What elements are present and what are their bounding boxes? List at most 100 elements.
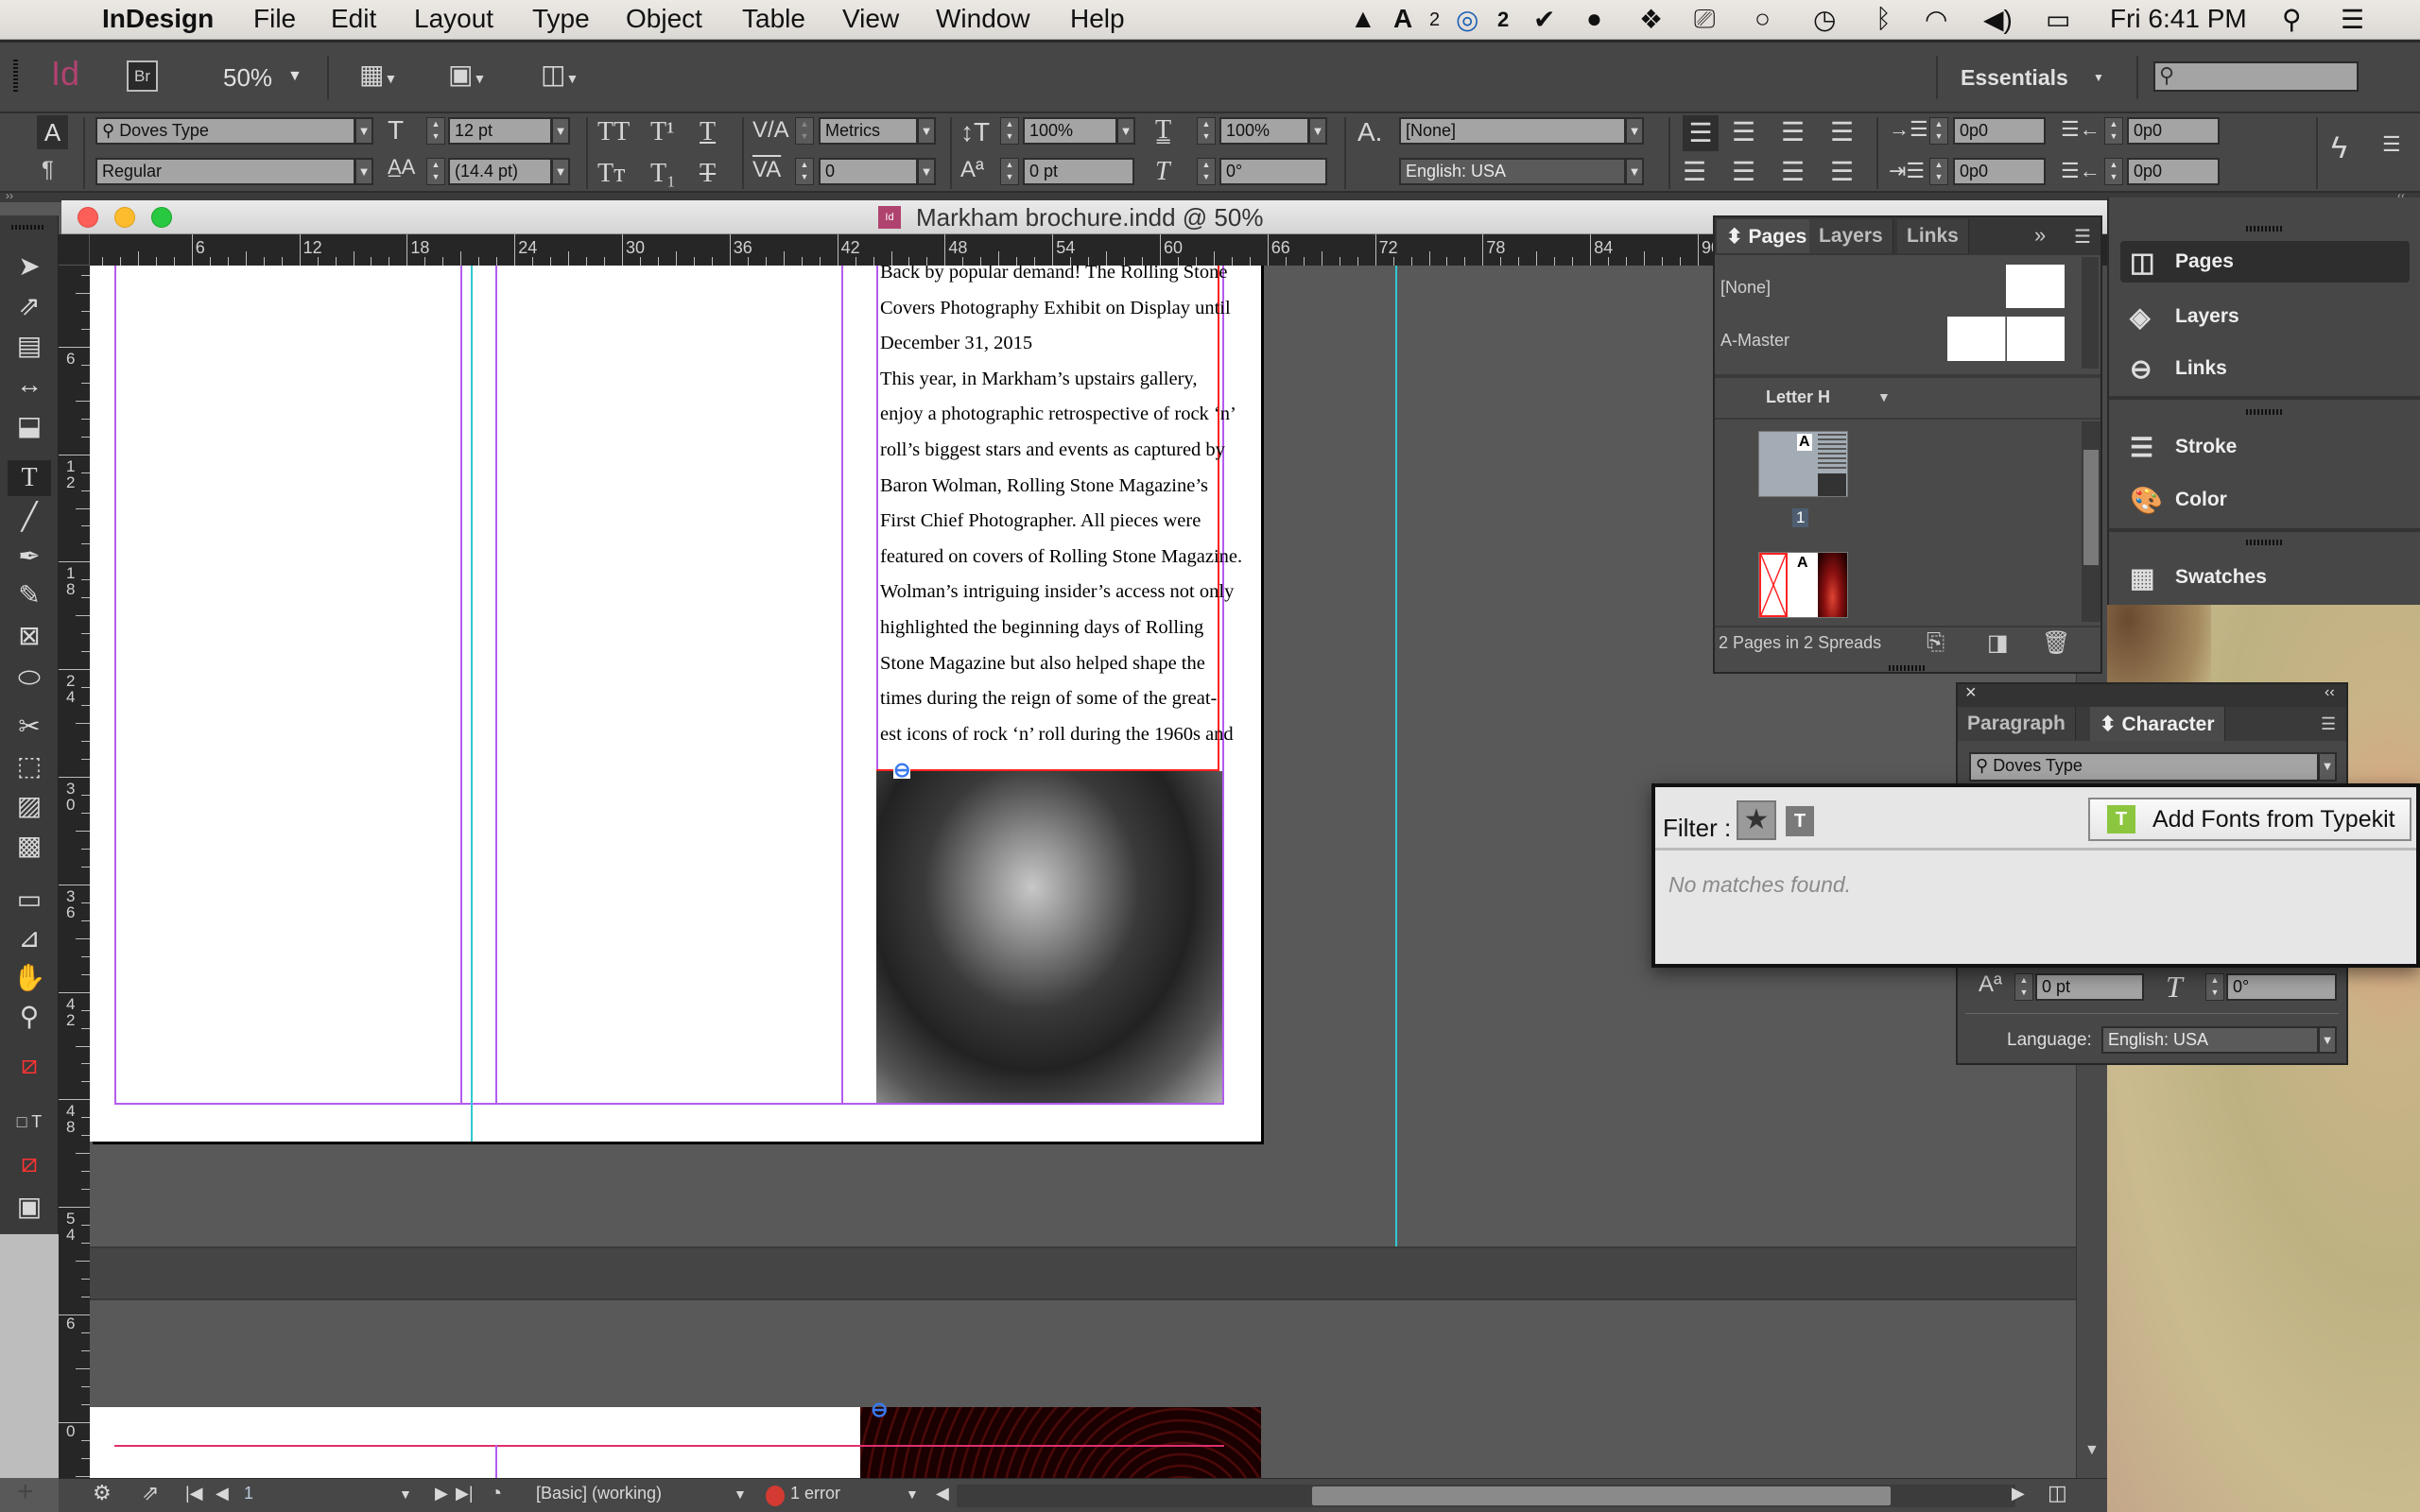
font-size-dropdown[interactable]: ▼ [551,117,570,145]
bridge-button[interactable]: Br [127,60,158,92]
preflight-menu-icon[interactable]: ▼ [906,1486,919,1502]
kerning-field[interactable]: Metrics [819,117,918,145]
zoom-level[interactable]: 50% [223,63,272,93]
pencil-tool-icon[interactable]: ✎ [8,577,51,613]
airplay-icon[interactable]: ⎚ [1694,4,1715,35]
delete-page-icon[interactable]: 🗑 [2042,629,2070,657]
master-none-thumbnail[interactable] [2006,265,2065,308]
gap-tool-icon[interactable]: ↔ [8,367,51,403]
grip-handle[interactable] [13,60,18,94]
page-1-number[interactable]: 1 [1792,508,1809,527]
next-page-button[interactable]: ▶ [435,1484,448,1503]
character-font-dropdown[interactable]: ▼ [2318,752,2337,782]
master-a[interactable]: A-Master [1720,331,1789,351]
horizontal-scrollbar[interactable] [957,1485,2015,1507]
edit-page-size-icon[interactable]: ⎘ [1927,629,1945,656]
paragraph-mode-button[interactable]: ¶ [42,157,54,183]
character-skew-field[interactable]: 0° [2226,973,2337,1001]
help-search-input[interactable]: ⚲ [2153,61,2359,92]
preflight-profile[interactable]: [Basic] (working) [536,1484,662,1503]
open-in-explorer-icon[interactable]: ⇗ [142,1481,159,1505]
pages-scrollbar[interactable] [2082,421,2100,622]
dock-item-stroke[interactable]: ☰ Stroke [2120,426,2410,468]
scroll-left-icon[interactable]: ◀ [936,1484,949,1503]
character-language-field[interactable]: English: USA [2101,1026,2319,1054]
eyedropper-tool-icon[interactable]: ⊿ [8,920,51,956]
error-count[interactable]: 1 error [790,1484,840,1503]
tab-character[interactable]: ⬍ Character [2090,707,2225,741]
menu-type[interactable]: Type [532,4,590,34]
character-mode-button[interactable]: A [37,115,68,149]
apply-none-icon[interactable]: ⧄ [8,1145,51,1181]
page-size-dropdown-icon[interactable]: ▼ [1877,389,1891,404]
view-options-icon[interactable]: ▦▼ [359,61,397,88]
page-options-icon[interactable]: ◔ [490,1481,502,1505]
leading-stepper[interactable]: ▲ ▼ [426,158,445,185]
first-line-indent-stepper[interactable]: ▲ ▼ [1929,158,1948,185]
scroll-right-icon[interactable]: ▶ [2012,1484,2025,1503]
hand-tool-icon[interactable]: ✋ [8,960,51,996]
character-language-dropdown[interactable]: ▼ [2318,1026,2337,1054]
baseline-shift-stepper[interactable]: ▲ ▼ [1000,158,1019,185]
vertical-scale-dropdown[interactable]: ▼ [1116,117,1135,145]
workspace-dropdown-icon[interactable]: ▼ [2093,71,2104,84]
master-none[interactable]: [None] [1720,278,1771,298]
last-page-button[interactable]: ▶| [456,1484,474,1503]
tracking-dropdown[interactable]: ▼ [917,158,936,185]
language-dropdown[interactable]: ▼ [1625,158,1644,185]
add-icon[interactable]: + [17,1476,34,1508]
text-thread-link-icon[interactable]: ⊖ [893,760,911,781]
close-window-button[interactable] [78,207,98,228]
character-baseline-shift-field[interactable]: 0 pt [2035,973,2144,1001]
previous-page-button[interactable]: ◀ [216,1484,229,1503]
selection-tool-icon[interactable]: ➤ [8,249,51,284]
control-panel-menu-icon[interactable]: ☰ [2382,134,2401,155]
note-tool-icon[interactable]: ▭ [8,882,51,918]
preflight-options-icon[interactable]: ⚙ [93,1481,112,1505]
tab-paragraph[interactable]: Paragraph [1958,707,2076,741]
first-line-indent-field[interactable]: 0p0 [1953,158,2046,185]
page-dropdown-icon[interactable]: ▼ [399,1486,412,1502]
subscript-icon[interactable]: T₁ [650,161,676,187]
ruler-origin[interactable] [59,234,90,266]
expand-panel-icon[interactable]: » [2034,223,2046,248]
quick-apply-icon[interactable]: ϟ [2331,132,2347,163]
gradient-swatch-tool-icon[interactable]: ▨ [8,788,51,824]
dock-item-links[interactable]: ⊖ Links [2120,348,2410,389]
dock-item-color[interactable]: 🎨 Color [2120,479,2410,521]
zoom-dropdown-icon[interactable]: ▼ [287,68,302,85]
close-panel-icon[interactable]: × [1965,682,1977,704]
page-2-thumbnail[interactable]: A [1758,552,1848,618]
all-caps-icon[interactable]: TT [597,119,630,146]
menu-view[interactable]: View [842,4,899,34]
split-layout-icon[interactable]: ◫ [2048,1481,2067,1505]
direct-selection-tool-icon[interactable]: ⇗ [8,288,51,324]
kerning-stepper[interactable]: ▲ ▼ [795,117,814,145]
screen-mode-icon[interactable]: ▣ [8,1189,51,1225]
underline-icon[interactable]: T [700,119,716,146]
skew-field[interactable]: 0° [1219,158,1327,185]
font-family-dropdown[interactable]: ▼ [354,117,373,145]
creative-cloud-icon[interactable]: ◎ [1456,4,1478,35]
battery-icon[interactable]: ▭ [2046,4,2070,35]
font-size-stepper[interactable]: ▲ ▼ [426,117,445,145]
messages-icon[interactable]: ○ [1754,4,1771,34]
leading-field[interactable]: (14.4 pt) [448,158,552,185]
dock-item-layers[interactable]: ◈ Layers [2120,296,2410,337]
pages-scroll-thumb[interactable] [2083,450,2099,565]
gradient-feather-tool-icon[interactable]: ▩ [8,828,51,864]
free-transform-tool-icon[interactable]: ⬚ [8,748,51,784]
portrait-photo[interactable] [876,771,1222,1103]
horizontal-scroll-thumb[interactable] [1312,1486,1891,1505]
skew-stepper[interactable]: ▲ ▼ [2205,973,2224,1001]
character-style-dropdown[interactable]: ▼ [1625,117,1644,145]
page-tool-icon[interactable]: ▤ [8,328,51,364]
typekit-filter-icon[interactable]: T [1786,806,1814,836]
horizontal-scale-field[interactable]: 100% [1219,117,1309,145]
volume-icon[interactable]: ◀) [1983,4,2013,35]
page-1-thumbnail[interactable]: A [1758,431,1848,497]
adobe-icon[interactable]: A [1393,4,1412,34]
superscript-icon[interactable]: T¹ [650,119,675,146]
justify-center-icon[interactable]: ☰ [1732,159,1755,185]
justify-all-icon[interactable]: ☰ [1781,159,1805,185]
